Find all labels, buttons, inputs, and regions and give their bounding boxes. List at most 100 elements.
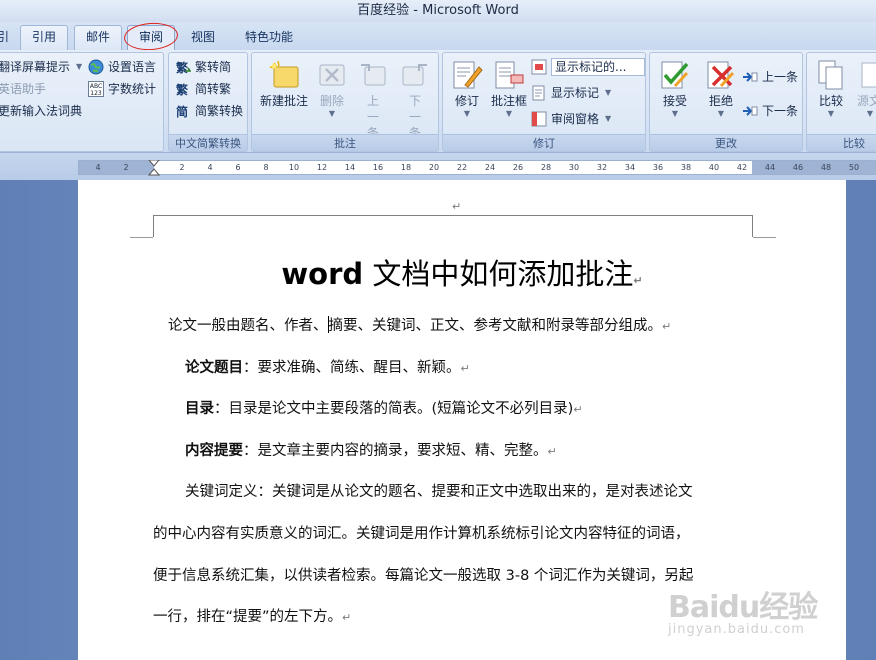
track-changes-button[interactable]: 修订 ▼: [445, 57, 489, 137]
delete-comment-button[interactable]: 删除 ▼: [312, 57, 352, 137]
update-ime-dictionary-button[interactable]: 更新输入法词典: [0, 101, 82, 121]
set-language-button[interactable]: 设置语言: [88, 57, 156, 77]
reviewing-pane-label: 审阅窗格: [551, 112, 600, 126]
group-label-comments: 批注: [252, 134, 438, 151]
paragraph-1[interactable]: 论文一般由题名、作者、摘要、关键词、正文、参考文献和附录等部分组成。↵: [168, 314, 671, 335]
horizontal-ruler[interactable]: 4 2 2 4 6 8 10 12 14 16 18 20 22 24 26 28 30 32 34 36 38 40 42…: [78, 160, 876, 176]
globe-icon: [88, 59, 104, 75]
header-area-border: [153, 215, 753, 237]
para2-text: ：要求准确、简练、醒目、新颖。: [243, 360, 461, 376]
ruler-tick-label: 12: [316, 163, 328, 172]
paragraph-5-line-2[interactable]: 的中心内容有实质意义的词汇。关键词是用作计算机系统标引论文内容特征的词语，: [153, 522, 690, 543]
display-for-review-field[interactable]: 显示标记的...: [551, 58, 645, 76]
ruler-tick-label: 14: [344, 163, 356, 172]
chevron-down-icon: ▼: [866, 109, 874, 118]
watermark-logo: Baidu经验: [668, 590, 818, 625]
para1-part-b: 摘要、关键词、正文、参考文献和附录等部分组成。: [328, 318, 663, 334]
svg-text:ABC: ABC: [90, 83, 102, 90]
paragraph-mark: ↵: [342, 611, 352, 624]
para3-text: ：目录是论文中主要段落的简表。(短篇论文不必列目录): [214, 401, 574, 417]
fan-to-jian-icon: 繁: [176, 60, 191, 75]
ruler-tick-label: 44: [764, 163, 776, 172]
show-markup-icon: [532, 85, 545, 101]
previous-change-button[interactable]: 上一条: [742, 67, 798, 87]
next-change-icon: [743, 106, 758, 116]
display-for-review-select[interactable]: 显示标记的...▼: [531, 57, 657, 77]
next-comment-icon: [402, 64, 427, 86]
set-language-label: 设置语言: [108, 60, 157, 74]
tab-mailings[interactable]: 邮件: [74, 25, 122, 50]
tab-partial[interactable]: 引: [0, 25, 9, 50]
ruler-left-margin: [79, 161, 154, 174]
next-change-button[interactable]: 下一条: [742, 101, 798, 121]
compare-icon: [818, 60, 843, 90]
ruler-tick-label: 22: [456, 163, 468, 172]
paragraph-3[interactable]: 目录：目录是论文中主要段落的简表。(短篇论文不必列目录)↵: [185, 397, 583, 418]
ruler-tick-label: 6: [235, 163, 241, 172]
group-chinese-conversion: 繁 繁转简 繁 简转繁 简 简繁转换 中文简繁转换: [168, 52, 248, 152]
group-comments: 新建批注 删除 ▼ 上一条 下一条 批注: [251, 52, 439, 152]
paragraph-2[interactable]: 论文题目：要求准确、简练、醒目、新颖。↵: [185, 356, 470, 377]
para4-text: ：是文章主要内容的摘录，要求短、精、完整。: [243, 443, 548, 459]
chinese-conversion-button[interactable]: 简 简繁转换: [175, 101, 243, 121]
balloons-label: 批注框: [490, 94, 527, 108]
delete-comment-label: 删除: [319, 94, 344, 108]
balloons-button[interactable]: 批注框 ▼: [489, 57, 529, 137]
paragraph-mark: ↵: [662, 320, 672, 333]
show-source-button[interactable]: 源文 ▼: [853, 57, 876, 137]
reviewing-pane-button[interactable]: 审阅窗格 ▼: [531, 109, 611, 129]
indent-marker-icon[interactable]: [147, 160, 161, 176]
new-comment-icon: [269, 60, 299, 88]
traditional-to-simplified-button[interactable]: 繁 繁转简: [175, 57, 231, 77]
abc-count-icon: ABC 123: [88, 81, 104, 97]
tab-review[interactable]: 审阅: [127, 25, 175, 50]
show-markup-button[interactable]: 显示标记 ▼: [531, 83, 611, 103]
paragraph-mark: ↵: [633, 274, 643, 287]
chevron-down-icon: ▼: [328, 109, 336, 118]
svg-text:繁: 繁: [176, 82, 189, 97]
ruler-tick-label: 48: [820, 163, 832, 172]
new-comment-button[interactable]: 新建批注: [256, 57, 312, 137]
document-title[interactable]: word 文档中如何添加批注↵: [78, 251, 846, 293]
accept-button[interactable]: 接受 ▼: [652, 57, 698, 137]
svg-text:123: 123: [90, 90, 102, 97]
chevron-down-icon: ▼: [463, 109, 471, 118]
previous-comment-button[interactable]: 上一条: [352, 57, 394, 140]
paragraph-5-line-3[interactable]: 便于信息系统汇集，以供读者检索。每篇论文一般选取 3-8 个词汇作为关键词，另起: [153, 564, 693, 585]
reject-icon: [707, 61, 735, 89]
word-count-button[interactable]: ABC 123 字数统计: [88, 79, 156, 99]
ruler-tick-label: 46: [792, 163, 804, 172]
chevron-down-icon: ▼: [827, 109, 835, 118]
ruler-tick-label: 26: [512, 163, 524, 172]
simplified-to-traditional-button[interactable]: 繁 简转繁: [175, 79, 231, 99]
show-source-label: 源文: [857, 94, 876, 108]
compare-button[interactable]: 比较 ▼: [809, 57, 853, 137]
ruler-tick-label: 28: [540, 163, 552, 172]
word-count-label: 字数统计: [108, 82, 157, 96]
svg-text:繁: 繁: [176, 60, 189, 75]
paragraph-4[interactable]: 内容提要：是文章主要内容的摘录，要求短、精、完整。↵: [185, 439, 557, 460]
next-comment-button[interactable]: 下一条: [394, 57, 436, 140]
english-assistant-button[interactable]: 英语助手: [0, 79, 46, 99]
chinese-conversion-label: 简繁转换: [195, 104, 244, 118]
paragraph-5-line-4[interactable]: 一行，排在“提要”的左下方。↵: [153, 605, 351, 626]
ruler-tick-label: 24: [484, 163, 496, 172]
reject-button[interactable]: 拒绝 ▼: [698, 57, 744, 137]
tab-special-features[interactable]: 特色功能: [236, 25, 302, 50]
tab-view[interactable]: 视图: [180, 25, 226, 50]
translate-tooltip-button[interactable]: 翻译屏幕提示 ▼: [0, 57, 82, 77]
paragraph-5-line-1[interactable]: 关键词定义：关键词是从论文的题名、提要和正文中选取出来的，是对表述论文: [185, 480, 693, 501]
tab-references[interactable]: 引用: [20, 25, 68, 50]
translate-tooltip-label: 翻译屏幕提示: [0, 60, 71, 74]
reject-label: 拒绝: [708, 94, 733, 108]
group-label-conversion: 中文简繁转换: [169, 134, 247, 151]
ruler-tick-label: 16: [372, 163, 384, 172]
ribbon: 翻译屏幕提示▼ 英语助手 更新输入法词典 设置语言 ABC 123 字数统计: [0, 50, 876, 153]
ruler-tick-label: 4: [95, 163, 101, 172]
show-source-icon: [861, 62, 876, 88]
title-chinese: 文档中如何添加批注: [363, 257, 634, 291]
display-review-icon: [531, 59, 547, 75]
margin-corner-right: [753, 237, 776, 238]
para1-part-a: 论文一般由题名、作者、: [168, 318, 328, 334]
previous-comment-icon: [361, 64, 386, 86]
